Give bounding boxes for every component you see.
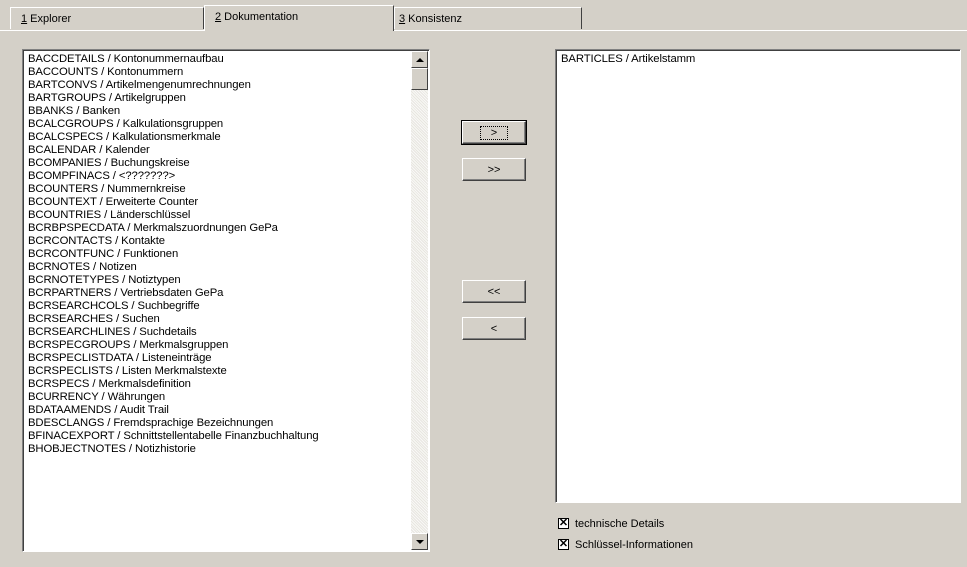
available-table-item[interactable]: BCALCGROUPS / Kalkulationsgruppen [28, 118, 319, 131]
available-table-item[interactable]: BCOUNTERS / Nummernkreise [28, 183, 319, 196]
arrow-up-icon [415, 57, 424, 62]
available-tables-list[interactable]: BACCDETAILS / Kontonummernaufbau BACCOUNT… [22, 49, 430, 552]
tab-konsistenz-label: Konsistenz [405, 13, 462, 25]
add-button[interactable]: > [461, 120, 527, 145]
remove-button-label: < [490, 322, 498, 335]
available-table-item[interactable]: BHOBJECTNOTES / Notizhistorie [28, 443, 319, 456]
tab-konsistenz[interactable]: 3 Konsistenz [394, 7, 582, 29]
available-table-item[interactable]: BBANKS / Banken [28, 105, 319, 118]
remove-button[interactable]: < [462, 317, 526, 340]
tab-explorer[interactable]: 1 Explorer [10, 7, 204, 29]
tab-divider [0, 30, 967, 31]
available-table-item[interactable]: BCALCSPECS / Kalkulationsmerkmale [28, 131, 319, 144]
available-table-item[interactable]: BDESCLANGS / Fremdsprachige Bezeichnunge… [28, 417, 319, 430]
available-table-item[interactable]: BCURRENCY / Währungen [28, 391, 319, 404]
tab-explorer-label: Explorer [27, 13, 72, 25]
scroll-thumb[interactable] [411, 68, 428, 90]
available-table-item[interactable]: BCALENDAR / Kalender [28, 144, 319, 157]
available-table-item[interactable]: BFINACEXPORT / Schnittstellentabelle Fin… [28, 430, 319, 443]
key-information-check-icon: ✕ [558, 538, 569, 550]
technical-details-check-icon: ✕ [558, 517, 569, 529]
remove-all-button-label: << [487, 285, 501, 298]
available-table-item[interactable]: BCRSEARCHCOLS / Suchbegriffe [28, 300, 319, 313]
tab-dokumentation[interactable]: 2 Dokumentation [204, 5, 394, 31]
add-all-button-label: >> [487, 163, 501, 176]
available-table-item[interactable]: BCRCONTFUNC / Funktionen [28, 248, 319, 261]
selected-table-item[interactable]: BARTICLES / Artikelstamm [561, 53, 695, 66]
available-table-item[interactable]: BCOMPFINACS / <???????> [28, 170, 319, 183]
tab-bar: 1 Explorer 2 Dokumentation 3 Konsistenz [0, 0, 967, 34]
available-tables-items: BACCDETAILS / Kontonummernaufbau BACCOUNT… [28, 53, 319, 456]
add-button-label: > [479, 125, 509, 140]
available-table-item[interactable]: BCRNOTETYPES / Notiztypen [28, 274, 319, 287]
available-table-item[interactable]: BCRBPSPECDATA / Merkmalszuordnungen GePa [28, 222, 319, 235]
tab-dokumentation-label: Dokumentation [221, 11, 299, 23]
available-table-item[interactable]: BCRSEARCHES / Suchen [28, 313, 319, 326]
available-tables-scrollbar[interactable] [411, 51, 428, 550]
scroll-down-button[interactable] [411, 533, 428, 550]
available-table-item[interactable]: BCRPARTNERS / Vertriebsdaten GePa [28, 287, 319, 300]
available-table-item[interactable]: BCRCONTACTS / Kontakte [28, 235, 319, 248]
remove-all-button[interactable]: << [462, 280, 526, 303]
available-table-item[interactable]: BCRNOTES / Notizen [28, 261, 319, 274]
key-information-checkbox[interactable]: ✕ Schlüssel-Informationen [558, 537, 693, 552]
available-table-item[interactable]: BARTGROUPS / Artikelgruppen [28, 92, 319, 105]
scroll-up-button[interactable] [411, 51, 428, 68]
available-table-item[interactable]: BCOUNTRIES / Länderschlüssel [28, 209, 319, 222]
available-table-item[interactable]: BCOUNTEXT / Erweiterte Counter [28, 196, 319, 209]
available-table-item[interactable]: BCRSPECLISTDATA / Listeneinträge [28, 352, 319, 365]
available-table-item[interactable]: BCOMPANIES / Buchungskreise [28, 157, 319, 170]
arrow-down-icon [415, 539, 424, 544]
technical-details-checkbox[interactable]: ✕ technische Details [558, 516, 664, 531]
available-table-item[interactable]: BDATAAMENDS / Audit Trail [28, 404, 319, 417]
available-table-item[interactable]: BCRSPECGROUPS / Merkmalsgruppen [28, 339, 319, 352]
add-all-button[interactable]: >> [462, 158, 526, 181]
available-table-item[interactable]: BARTCONVS / Artikelmengenumrechnungen [28, 79, 319, 92]
available-table-item[interactable]: BCRSPECLISTS / Listen Merkmalstexte [28, 365, 319, 378]
key-information-label: Schlüssel-Informationen [575, 538, 694, 551]
available-table-item[interactable]: BCRSPECS / Merkmalsdefinition [28, 378, 319, 391]
selected-tables-items: BARTICLES / Artikelstamm [561, 53, 695, 66]
technical-details-label: technische Details [575, 517, 665, 530]
available-table-item[interactable]: BACCOUNTS / Kontonummern [28, 66, 319, 79]
available-table-item[interactable]: BCRSEARCHLINES / Suchdetails [28, 326, 319, 339]
available-table-item[interactable]: BACCDETAILS / Kontonummernaufbau [28, 53, 319, 66]
selected-tables-list[interactable]: BARTICLES / Artikelstamm [555, 49, 961, 503]
